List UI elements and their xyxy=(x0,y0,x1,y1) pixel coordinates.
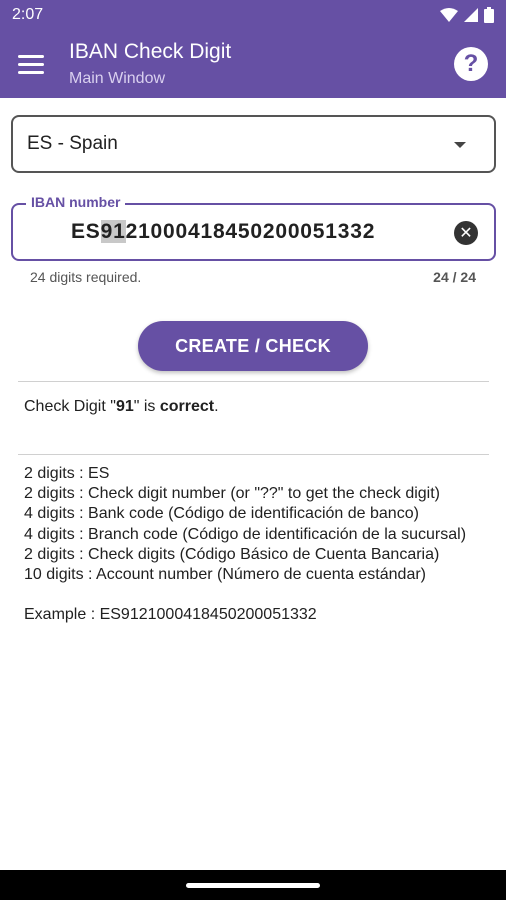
iban-format-info: 2 digits : ES 2 digits : Check digit num… xyxy=(24,464,489,626)
signal-icon xyxy=(464,8,478,22)
info-line: 4 digits : Branch code (Código de identi… xyxy=(24,525,467,543)
iban-helper-text: 24 digits required. xyxy=(30,269,142,285)
home-handle[interactable] xyxy=(186,883,320,888)
status-icons xyxy=(440,7,494,23)
iban-char-counter: 24 / 24 xyxy=(433,269,476,285)
divider xyxy=(18,381,489,382)
app-title: IBAN Check Digit xyxy=(69,40,232,63)
iban-input[interactable]: IBAN number ES9121000418450200051332 ✕ xyxy=(11,194,496,261)
dropdown-arrow-icon xyxy=(454,142,466,148)
navigation-bar xyxy=(0,870,506,900)
result-digit: 91 xyxy=(115,398,134,415)
wifi-icon xyxy=(440,8,458,22)
iban-country-code: ES xyxy=(71,220,101,243)
app-subtitle: Main Window xyxy=(69,70,166,87)
status-time: 2:07 xyxy=(12,6,44,23)
app-bar: 2:07 IBAN Check Digit Main Window ? xyxy=(0,0,506,98)
iban-value[interactable]: ES9121000418450200051332 xyxy=(71,220,375,244)
check-result: Check Digit "91" is correct. xyxy=(24,398,219,416)
status-bar: 2:07 xyxy=(0,0,506,30)
iban-label: IBAN number xyxy=(26,194,126,210)
info-line: 10 digits : Account number (Número de cu… xyxy=(24,566,426,584)
country-select[interactable]: ES - Spain xyxy=(11,115,496,173)
example-line: Example : ES9121000418450200051332 xyxy=(24,606,317,624)
iban-check-digit-selection: 91 xyxy=(100,220,126,243)
iban-rest: 21000418450200051332 xyxy=(125,220,376,243)
divider xyxy=(18,454,489,455)
info-line: 2 digits : Check digit number (or "??" t… xyxy=(24,485,441,503)
info-line: 4 digits : Bank code (Código de identifi… xyxy=(24,505,419,523)
clear-icon[interactable]: ✕ xyxy=(454,221,478,245)
info-line: 2 digits : Check digits (Código Básico d… xyxy=(24,545,440,563)
result-status: correct xyxy=(159,398,215,415)
result-prefix: Check Digit " xyxy=(24,398,116,415)
create-check-button[interactable]: CREATE / CHECK xyxy=(138,321,368,371)
battery-icon xyxy=(484,7,494,23)
menu-icon[interactable] xyxy=(18,50,50,78)
country-select-value: ES - Spain xyxy=(27,133,118,154)
result-suffix: . xyxy=(214,398,219,415)
info-line: 2 digits : ES xyxy=(24,465,110,482)
result-middle: " is xyxy=(133,398,160,415)
help-icon[interactable]: ? xyxy=(454,47,488,81)
